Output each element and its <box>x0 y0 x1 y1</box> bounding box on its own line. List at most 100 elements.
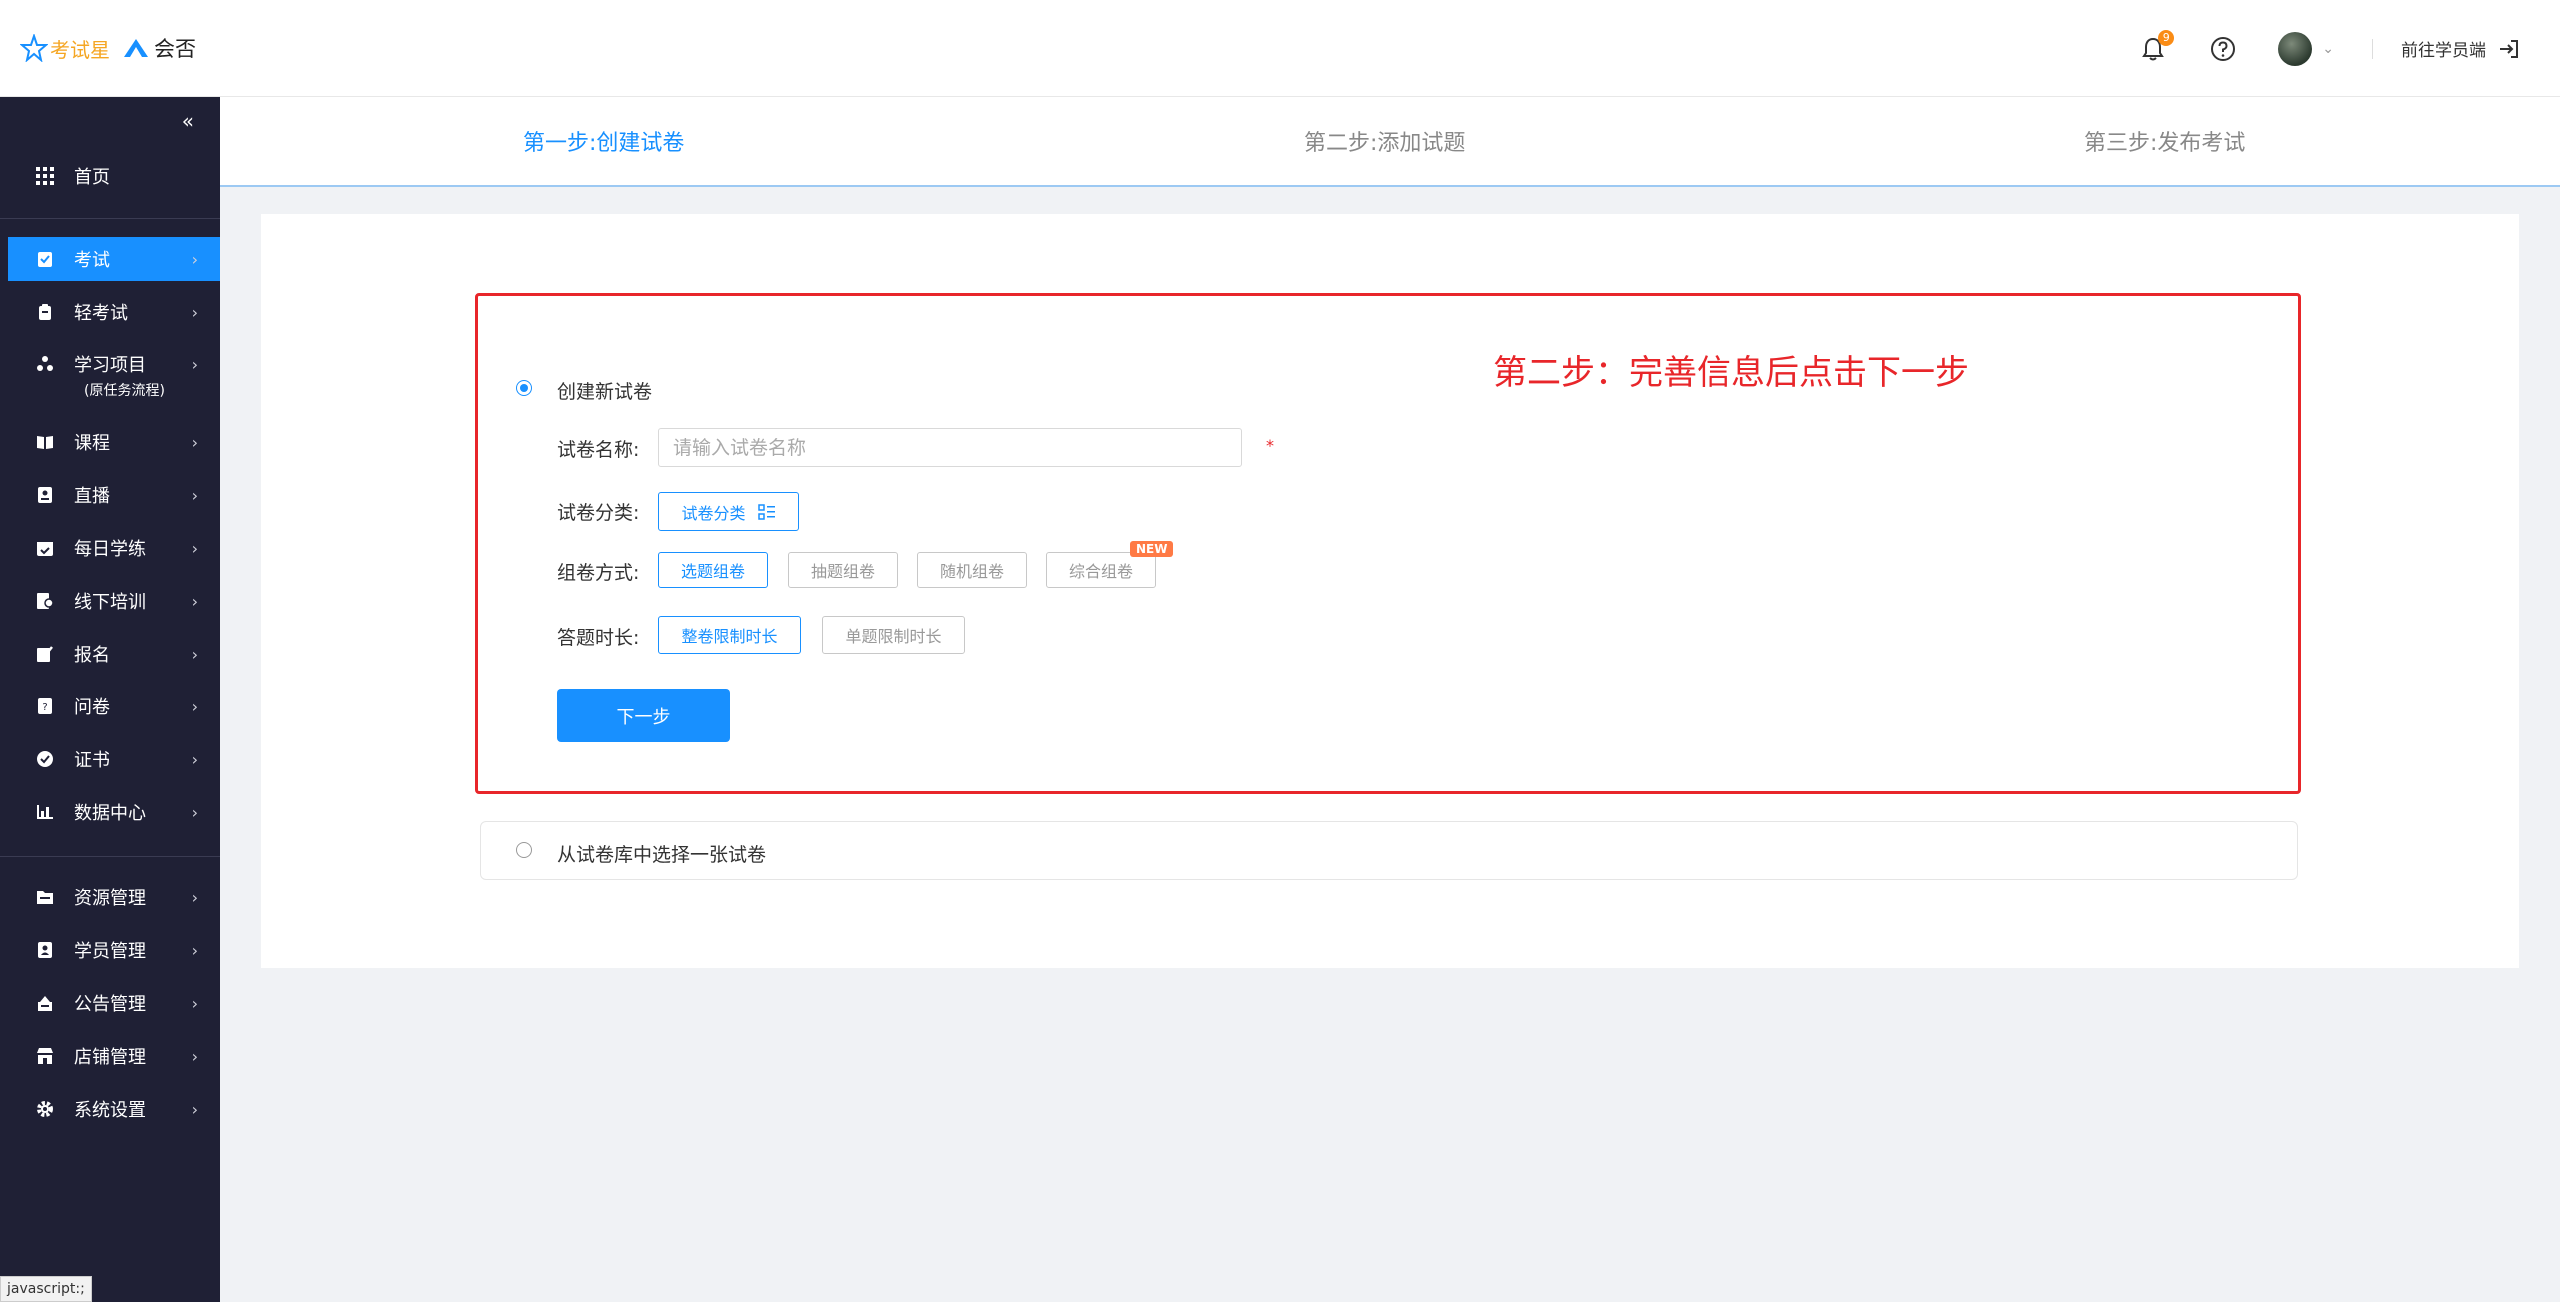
paper-name-label: 试卷名称: <box>557 439 640 461</box>
sidebar-item-notice-management[interactable]: 公告管理 › <box>8 981 220 1025</box>
compose-option-random[interactable]: 随机组卷 <box>917 552 1027 588</box>
create-new-radio[interactable] <box>516 380 532 396</box>
survey-icon: ? <box>36 697 54 715</box>
sidebar-item-data-center[interactable]: 数据中心 › <box>8 790 220 834</box>
avatar <box>2278 31 2313 66</box>
chevron-right-icon: › <box>191 696 198 716</box>
project-icon <box>36 355 54 373</box>
sidebar-item-label: 学习项目 <box>74 355 146 376</box>
new-badge: NEW <box>1130 541 1174 557</box>
chevron-right-icon: › <box>191 993 198 1013</box>
help-button[interactable] <box>2208 34 2238 64</box>
chevron-right-icon: › <box>191 591 198 611</box>
notice-icon <box>36 994 54 1012</box>
top-header: 考试星 会否 9 ⌄ 前往学员端 <box>0 0 2560 97</box>
duration-option-whole[interactable]: 整卷限制时长 <box>658 616 801 654</box>
sidebar-item-student-management[interactable]: 学员管理 › <box>8 928 220 972</box>
sidebar-item-home[interactable]: 首页 <box>8 154 220 198</box>
paper-category-label: 试卷分类: <box>557 502 640 524</box>
sidebar-item-label: 课程 <box>74 433 110 454</box>
sidebar-item-exam[interactable]: 考试 › <box>8 237 220 281</box>
chevron-right-icon: › <box>191 485 198 505</box>
duration-option-per-question[interactable]: 单题限制时长 <box>822 616 965 654</box>
chevron-right-icon: › <box>191 249 198 269</box>
sidebar-item-survey[interactable]: ? 问卷 › <box>8 684 220 728</box>
required-mark: * <box>1266 436 1274 455</box>
chevron-right-icon: › <box>191 749 198 769</box>
user-menu[interactable]: ⌄ <box>2278 31 2334 66</box>
help-icon <box>2211 36 2236 61</box>
sidebar-item-label: 学员管理 <box>74 941 146 962</box>
sidebar-divider <box>0 856 220 857</box>
sidebar-item-label: 资源管理 <box>74 888 146 909</box>
sidebar-item-label: 问卷 <box>74 697 110 718</box>
sidebar-item-label: 考试 <box>74 250 110 271</box>
annotation-text: 第二步：完善信息后点击下一步 <box>1493 353 1969 393</box>
chevron-right-icon: › <box>191 432 198 452</box>
step-create-paper: 第一步:创建试卷 <box>523 131 685 156</box>
sidebar-item-certificate[interactable]: 证书 › <box>8 737 220 781</box>
paper-category-button[interactable]: 试卷分类 <box>658 492 799 531</box>
chevron-right-icon: › <box>191 887 198 907</box>
chevron-right-icon: › <box>191 302 198 322</box>
browser-status-bar: javascript:; <box>0 1276 92 1302</box>
sidebar-item-resource-management[interactable]: 资源管理 › <box>8 875 220 919</box>
sidebar-item-store-management[interactable]: 店铺管理 › <box>8 1034 220 1078</box>
sidebar-item-label: 首页 <box>74 167 110 188</box>
calendar-icon <box>36 539 54 557</box>
store-icon <box>36 1047 54 1065</box>
notification-badge: 9 <box>2158 29 2175 46</box>
sidebar-item-sublabel: (原任务流程) <box>84 383 165 399</box>
chevron-right-icon: › <box>191 1046 198 1066</box>
sidebar-item-label: 数据中心 <box>74 803 146 824</box>
library-radio[interactable] <box>516 842 532 858</box>
light-exam-icon <box>36 303 54 321</box>
sidebar-item-label: 轻考试 <box>74 303 128 324</box>
svg-text:?: ? <box>42 702 47 713</box>
sidebar-item-system-settings[interactable]: 系统设置 › <box>8 1087 220 1131</box>
sidebar-item-course[interactable]: 课程 › <box>8 420 220 464</box>
library-option-label: 从试卷库中选择一张试卷 <box>557 844 767 866</box>
category-button-label: 试卷分类 <box>681 503 746 523</box>
sidebar-item-label: 每日学练 <box>74 539 146 560</box>
sidebar-item-live[interactable]: 直播 › <box>8 473 220 517</box>
brand-primary: 考试星 <box>50 37 110 62</box>
header-actions: 9 ⌄ 前往学员端 <box>2138 0 2560 97</box>
header-divider <box>2372 38 2373 59</box>
sidebar-item-label: 公告管理 <box>74 994 146 1015</box>
compose-method-label: 组卷方式: <box>557 562 640 584</box>
sidebar-item-offline-training[interactable]: 线下培训 › <box>8 579 220 623</box>
sidebar-item-signup[interactable]: 报名 › <box>8 632 220 676</box>
compose-option-select[interactable]: 选题组卷 <box>658 552 768 588</box>
notification-button[interactable]: 9 <box>2138 29 2175 64</box>
next-step-button[interactable]: 下一步 <box>557 689 730 742</box>
sidebar-item-label: 证书 <box>74 750 110 771</box>
certificate-icon <box>36 750 54 768</box>
brand-logo[interactable]: 考试星 会否 <box>20 33 196 63</box>
duration-label: 答题时长: <box>557 627 640 649</box>
exit-icon[interactable] <box>2498 38 2520 60</box>
highlight-box <box>475 293 2301 794</box>
paper-name-input[interactable] <box>658 428 1242 467</box>
chevron-right-icon: › <box>191 644 198 664</box>
chevron-right-icon: › <box>191 538 198 558</box>
chevron-right-icon: › <box>191 354 198 374</box>
chevron-down-icon: ⌄ <box>2322 40 2334 57</box>
brand-secondary: 会否 <box>154 37 196 61</box>
sidebar-item-label: 线下培训 <box>74 592 146 613</box>
compose-option-combined[interactable]: 综合组卷 <box>1046 552 1156 588</box>
user-card-icon <box>36 941 54 959</box>
sidebar-item-label: 报名 <box>74 645 110 666</box>
chevron-right-icon: › <box>191 940 198 960</box>
sidebar-item-label: 店铺管理 <box>74 1047 146 1068</box>
sidebar-item-label: 系统设置 <box>74 1100 146 1121</box>
training-icon <box>36 592 54 610</box>
sidebar-item-daily-practice[interactable]: 每日学练 › <box>8 526 220 570</box>
goto-student-link[interactable]: 前往学员端 <box>2401 36 2486 61</box>
sidebar-item-label: 直播 <box>74 486 110 507</box>
grid-icon <box>36 167 54 185</box>
sidebar-item-light-exam[interactable]: 轻考试 › <box>8 290 220 334</box>
create-new-label: 创建新试卷 <box>557 381 653 403</box>
collapse-sidebar-icon[interactable]: « <box>182 109 194 133</box>
compose-option-draw[interactable]: 抽题组卷 <box>788 552 898 588</box>
